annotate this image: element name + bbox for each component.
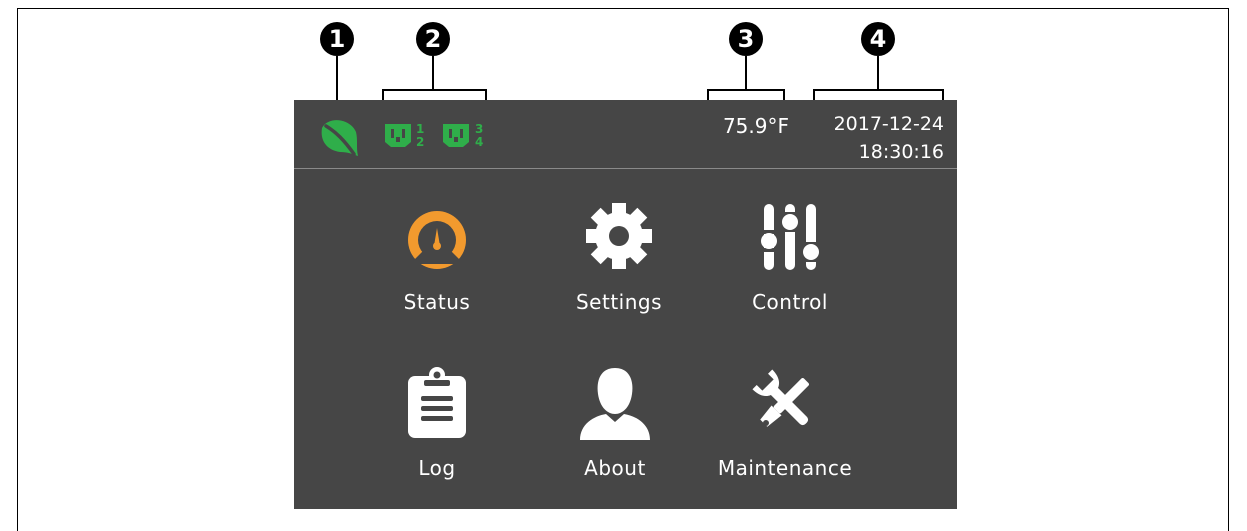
callout-2-leader xyxy=(432,56,434,90)
callout-2: 2 xyxy=(416,22,450,56)
gauge-icon xyxy=(408,211,466,269)
menu-label-settings: Settings xyxy=(575,290,663,314)
outlet-number-4: 4 xyxy=(475,135,484,149)
outlet-number-2: 2 xyxy=(416,135,425,149)
menu-item-control[interactable]: Control xyxy=(700,202,880,342)
callout-4: 4 xyxy=(861,22,895,56)
outlet-icon xyxy=(443,124,469,147)
user-icon xyxy=(580,368,650,440)
menu-item-status[interactable]: Status xyxy=(347,202,527,342)
menu-label-maintenance: Maintenance xyxy=(717,456,853,480)
callout-2-bracket xyxy=(382,89,486,91)
callout-4-bracket xyxy=(813,89,943,91)
time-text: 18:30:16 xyxy=(858,141,944,163)
menu-label-about: About xyxy=(584,456,646,480)
callout-3: 3 xyxy=(729,22,763,56)
date-text: 2017-12-24 xyxy=(833,113,944,135)
menu-label-status: Status xyxy=(403,290,471,314)
callout-3-bracket xyxy=(707,89,784,91)
sliders-icon xyxy=(761,204,819,270)
callout-4-leader xyxy=(877,56,879,90)
outlet-icon xyxy=(385,124,411,147)
menu-label-log: Log xyxy=(418,456,456,480)
tools-icon xyxy=(752,369,809,427)
menu-item-settings[interactable]: Settings xyxy=(529,202,709,342)
menu-item-maintenance[interactable]: Maintenance xyxy=(695,366,875,506)
callout-1: 1 xyxy=(320,22,354,56)
menu-label-control: Control xyxy=(752,290,828,314)
status-bar: 1 2 3 4 75.9°F 2017-12-24 18:30:16 xyxy=(294,100,957,169)
leaf-icon xyxy=(321,120,358,156)
menu-item-log[interactable]: Log xyxy=(347,366,527,506)
gear-icon xyxy=(586,203,652,269)
callout-3-leader xyxy=(745,56,747,90)
temperature-readout: 75.9°F xyxy=(722,114,789,138)
clipboard-icon xyxy=(408,367,466,438)
datetime-display: 2017-12-24 18:30:16 xyxy=(794,110,944,166)
menu-item-about[interactable]: About xyxy=(525,366,705,506)
device-screen: 1 2 3 4 75.9°F 2017-12-24 18:30:16 Statu… xyxy=(294,100,957,509)
